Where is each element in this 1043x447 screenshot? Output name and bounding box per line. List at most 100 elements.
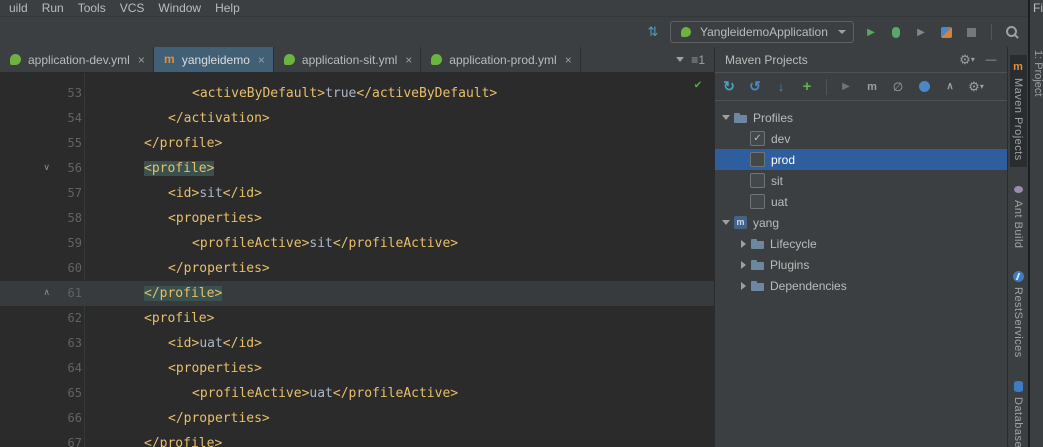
debug-icon[interactable] [888, 24, 904, 40]
run-maven-build-icon[interactable] [838, 79, 854, 95]
generate-sources-icon[interactable] [747, 79, 763, 95]
folder-icon [750, 236, 766, 252]
menu-item-help[interactable]: Help [208, 1, 247, 15]
tab-yangleidemo[interactable]: yangleidemo × [154, 47, 274, 72]
run-toolbar-icons [863, 24, 1020, 40]
code-line[interactable]: 64<properties> [0, 356, 714, 381]
code-line[interactable]: ∧61</profile> [0, 281, 714, 306]
menu-item-vcs[interactable]: VCS [113, 1, 152, 15]
run-with-coverage-icon[interactable] [913, 24, 929, 40]
code-line[interactable]: 53<activeByDefault>true</activeByDefault… [0, 81, 714, 106]
other-window-menu[interactable]: Fil [1030, 0, 1043, 15]
show-dependencies-icon[interactable] [916, 79, 932, 95]
chevron-down-icon[interactable] [719, 107, 733, 128]
code-text: <profileActive>uat</profileActive> [88, 381, 714, 406]
profiler-icon[interactable] [938, 24, 954, 40]
profile-checkbox[interactable] [750, 173, 765, 188]
code-line[interactable]: 65<profileActive>uat</profileActive> [0, 381, 714, 406]
stripe-button-database[interactable]: Database [1010, 374, 1027, 447]
collapse-all-icon[interactable] [942, 79, 958, 95]
code-line[interactable]: 60</properties> [0, 256, 714, 281]
download-sources-icon[interactable] [773, 79, 789, 95]
code-line[interactable]: 63<id>uat</id> [0, 331, 714, 356]
code-line[interactable]: 58<properties> [0, 206, 714, 231]
menu-item-run[interactable]: Run [35, 1, 71, 15]
chevron-right-icon[interactable] [736, 275, 750, 296]
tree-item-prod[interactable]: prod [715, 149, 1007, 170]
tabs-list-icon[interactable]: ≡1 [691, 53, 705, 67]
chevron-down-icon[interactable] [676, 57, 684, 62]
stripe-label: RestServices [1012, 287, 1024, 358]
fold-marker[interactable]: ∧ [43, 281, 50, 306]
stripe-button-rest[interactable]: RestServices [1010, 264, 1027, 364]
run-configuration-select[interactable]: YangleidemoApplication [670, 21, 854, 43]
spring-config-icon [8, 52, 23, 67]
menu-item-uild[interactable]: uild [2, 1, 35, 15]
code-token: </profile> [144, 136, 222, 151]
code-line[interactable]: 66</properties> [0, 406, 714, 431]
tree-item-sit[interactable]: sit [715, 170, 1007, 191]
maven-toolbar [715, 73, 1007, 101]
tree-item-profiles[interactable]: Profiles [715, 107, 1007, 128]
maven-settings-icon[interactable] [968, 79, 984, 95]
code-line[interactable]: 57<id>sit</id> [0, 181, 714, 206]
tree-item-uat[interactable]: uat [715, 191, 1007, 212]
tree-item-plugins[interactable]: Plugins [715, 254, 1007, 275]
ant-icon [1012, 183, 1025, 196]
tab-label: yangleidemo [182, 53, 250, 67]
line-number: 59 [54, 231, 82, 256]
code-line[interactable]: 54</activation> [0, 106, 714, 131]
tree-item-lifecycle[interactable]: Lifecycle [715, 233, 1007, 254]
code-line[interactable]: 62<profile> [0, 306, 714, 331]
gear-dropdown-icon[interactable] [959, 52, 975, 68]
tree-item-dev[interactable]: dev [715, 128, 1007, 149]
code-line[interactable]: ∨56<profile> [0, 156, 714, 181]
code-token: <profileActive> [192, 236, 309, 251]
other-window-project-stripe[interactable]: 1: Project [1032, 50, 1043, 96]
profile-checkbox[interactable] [750, 131, 765, 146]
stripe-button-maven[interactable]: Maven Projects [1010, 55, 1027, 167]
code-text: <properties> [88, 356, 714, 381]
profile-checkbox[interactable] [750, 152, 765, 167]
stripe-label: Database [1012, 397, 1024, 447]
code-line[interactable]: 55</profile> [0, 131, 714, 156]
close-tab-icon[interactable]: × [258, 53, 265, 67]
close-tab-icon[interactable]: × [405, 53, 412, 67]
hide-panel-icon[interactable] [983, 52, 999, 68]
menu-item-tools[interactable]: Tools [71, 1, 113, 15]
run-icon[interactable] [863, 24, 879, 40]
inspections-ok-icon[interactable] [690, 76, 706, 92]
tree-label: Dependencies [770, 279, 847, 293]
fold-marker[interactable]: ∨ [43, 156, 50, 181]
menu-item-window[interactable]: Window [151, 1, 208, 15]
profile-checkbox[interactable] [750, 194, 765, 209]
editor[interactable]: 53<activeByDefault>true</activeByDefault… [0, 73, 714, 447]
code-line[interactable]: 59<profileActive>sit</profileActive> [0, 231, 714, 256]
update-project-icon[interactable] [645, 24, 661, 40]
maven-panel-header: Maven Projects [715, 47, 1007, 73]
tab-application-sit.yml[interactable]: application-sit.yml× [274, 47, 421, 72]
toggle-offline-icon[interactable] [890, 79, 906, 95]
stripe-button-ant[interactable]: Ant Build [1010, 177, 1027, 255]
code-token: sit [309, 236, 332, 251]
close-tab-icon[interactable]: × [138, 53, 145, 67]
maven-projects-panel: Maven Projects Profilesdevprodsituatyang… [714, 47, 1007, 447]
code-line[interactable]: 67</profile> [0, 431, 714, 447]
search-everywhere-icon[interactable] [1004, 24, 1020, 40]
close-tab-icon[interactable]: × [565, 53, 572, 67]
gutter-annotation [0, 356, 54, 381]
tab-application-prod.yml[interactable]: application-prod.yml× [421, 47, 580, 72]
execute-maven-goal-icon[interactable] [864, 79, 880, 95]
expander-spacer [736, 128, 750, 149]
reimport-all-icon[interactable] [721, 79, 737, 95]
tree-item-yang[interactable]: yang [715, 212, 1007, 233]
chevron-right-icon[interactable] [736, 233, 750, 254]
maven-header-icons [959, 52, 999, 68]
chevron-right-icon[interactable] [736, 254, 750, 275]
tree-item-dependencies[interactable]: Dependencies [715, 275, 1007, 296]
chevron-down-icon[interactable] [719, 212, 733, 233]
tab-application-dev.yml[interactable]: application-dev.yml× [0, 47, 154, 72]
add-maven-project-icon[interactable] [799, 79, 815, 95]
code-token: </profileActive> [333, 386, 458, 401]
stop-icon[interactable] [963, 24, 979, 40]
